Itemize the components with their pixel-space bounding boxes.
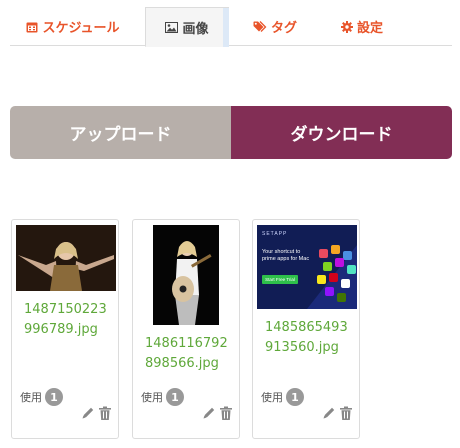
edit-icon[interactable]	[81, 406, 95, 421]
tab-schedule[interactable]: スケジュール	[14, 7, 132, 46]
image-thumbnail[interactable]: SETAPP Your shortcut to prime apps for M…	[257, 225, 357, 309]
usage-count-badge: 1	[45, 388, 63, 406]
usage-label: 使用	[20, 391, 42, 404]
usage-indicator: 使用 1	[141, 388, 184, 406]
ad-brand: SETAPP	[262, 231, 288, 237]
image-filename: 1485865493913560.jpg	[265, 320, 348, 355]
tab-tags[interactable]: タグ	[235, 7, 315, 46]
tab-images-label: 画像	[182, 21, 209, 37]
tab-schedule-label: スケジュール	[42, 21, 120, 36]
tab-settings-label: 設定	[356, 21, 383, 36]
image-card[interactable]: 1487150223996789.jpg 使用 1	[11, 219, 119, 439]
edit-icon[interactable]	[202, 406, 216, 421]
delete-icon[interactable]	[339, 406, 353, 421]
ad-headline: Your shortcut to prime apps for Mac	[262, 249, 310, 262]
image-icon	[165, 21, 179, 33]
tab-bar: スケジュール 画像 タグ 設定	[10, 7, 452, 47]
download-button[interactable]: ダウンロード	[231, 106, 452, 159]
usage-label: 使用	[141, 391, 163, 404]
usage-label: 使用	[261, 391, 283, 404]
ad-cta-button[interactable]: Start Free Trial	[262, 275, 298, 284]
tab-settings[interactable]: 設定	[322, 7, 402, 46]
image-thumbnail[interactable]	[153, 225, 219, 325]
image-card[interactable]: SETAPP Your shortcut to prime apps for M…	[252, 219, 360, 439]
tab-tags-label: タグ	[270, 21, 297, 36]
card-actions	[202, 406, 233, 421]
upload-button[interactable]: アップロード	[10, 106, 231, 159]
image-filename: 1487150223996789.jpg	[24, 302, 107, 337]
upload-download-group: アップロード ダウンロード	[10, 106, 452, 159]
usage-indicator: 使用 1	[20, 388, 63, 406]
usage-indicator: 使用 1	[261, 388, 304, 406]
image-thumbnail[interactable]	[16, 225, 116, 291]
tags-icon	[253, 20, 267, 33]
usage-count-badge: 1	[166, 388, 184, 406]
tab-images[interactable]: 画像	[145, 7, 229, 47]
edit-icon[interactable]	[322, 406, 336, 421]
delete-icon[interactable]	[98, 406, 112, 421]
image-card[interactable]: 1486116792898566.jpg 使用 1	[132, 219, 240, 439]
card-actions	[322, 406, 353, 421]
usage-count-badge: 1	[286, 388, 304, 406]
gear-icon	[340, 20, 353, 33]
calendar-icon	[26, 21, 38, 33]
image-filename: 1486116792898566.jpg	[145, 336, 228, 371]
card-actions	[81, 406, 112, 421]
delete-icon[interactable]	[219, 406, 233, 421]
